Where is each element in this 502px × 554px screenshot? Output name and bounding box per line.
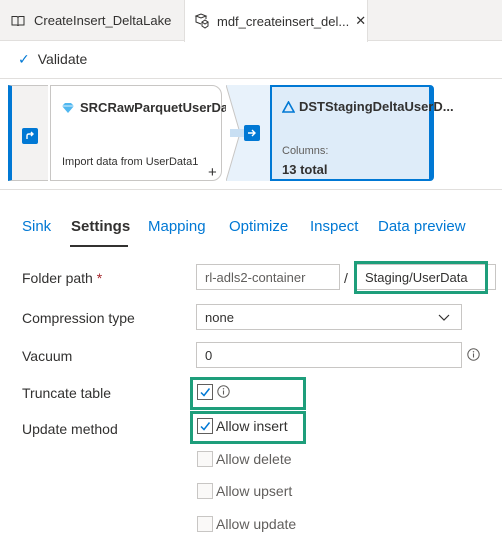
truncate-table-label: Truncate table [22, 385, 111, 401]
allow-insert-highlight [190, 411, 306, 444]
info-icon[interactable] [467, 348, 480, 364]
allow-delete-checkbox[interactable] [197, 451, 213, 467]
columns-label: Columns: [282, 145, 329, 157]
source-node[interactable]: SRCRawParquetUserData Import data from U… [50, 85, 240, 181]
vacuum-label: Vacuum [22, 348, 73, 364]
active-tab-indicator [70, 245, 128, 247]
book-icon [10, 13, 26, 29]
dataflow-icon [193, 13, 209, 29]
folder-path-label: Folder path * [22, 270, 103, 286]
source-node-description: Import data from UserData1 [62, 156, 199, 168]
tab-optimize[interactable]: Optimize [229, 218, 288, 235]
allow-delete-label[interactable]: Allow delete [216, 451, 292, 467]
source-arrow-icon [22, 128, 38, 144]
tab-label: mdf_createinsert_del... [217, 13, 350, 29]
sink-node[interactable]: DSTStagingDeltaUserD... Columns: 13 tota… [270, 85, 454, 181]
compression-type-label: Compression type [22, 310, 135, 326]
allow-upsert-checkbox[interactable] [197, 483, 213, 499]
allow-update-label[interactable]: Allow update [216, 516, 296, 532]
node-connector [226, 85, 272, 181]
validate-button[interactable]: Validate [38, 51, 88, 67]
compression-type-value: none [205, 309, 234, 325]
delta-icon [282, 100, 295, 113]
validate-check-icon: ✓ [18, 50, 30, 67]
sink-arrow-icon [244, 125, 260, 141]
close-icon[interactable]: ✕ [355, 13, 366, 29]
tab-mapping[interactable]: Mapping [148, 218, 206, 235]
tab-inspect[interactable]: Inspect [310, 218, 358, 235]
add-transformation-button[interactable]: + [208, 164, 217, 181]
columns-value: 13 total [282, 162, 328, 177]
dataflow-canvas: SRCRawParquetUserData Import data from U… [0, 78, 502, 190]
sink-node-title: DSTStagingDeltaUserD... [299, 99, 454, 114]
tab-label: CreateInsert_DeltaLake [34, 13, 172, 28]
update-method-label: Update method [22, 421, 118, 437]
settings-tab-bar: Sink Settings Mapping Optimize Inspect D… [0, 212, 502, 247]
tab-sink[interactable]: Sink [22, 218, 51, 235]
tab-data-preview[interactable]: Data preview [378, 218, 466, 235]
toolbar: ✓ Validate [0, 42, 502, 76]
parquet-diamond-icon [61, 102, 75, 114]
tab-createinsert-deltalake[interactable]: CreateInsert_DeltaLake [0, 0, 184, 41]
path-separator: / [344, 270, 348, 286]
truncate-highlight [190, 377, 306, 410]
container-input[interactable]: rl-adls2-container [196, 264, 340, 290]
allow-update-checkbox[interactable] [197, 516, 213, 532]
tab-settings[interactable]: Settings [71, 218, 130, 235]
compression-type-select[interactable]: none [196, 304, 462, 330]
folder-path-highlight [354, 261, 488, 294]
allow-upsert-label[interactable]: Allow upsert [216, 483, 292, 499]
source-handle[interactable] [8, 85, 48, 181]
source-node-title: SRCRawParquetUserData [80, 100, 240, 115]
chevron-down-icon [437, 310, 451, 327]
tab-bar: CreateInsert_DeltaLake mdf_createinsert_… [0, 0, 502, 42]
required-marker: * [96, 270, 103, 286]
tab-mdf-createinsert[interactable]: mdf_createinsert_del... ✕ [184, 0, 368, 42]
vacuum-input[interactable]: 0 [196, 342, 462, 368]
